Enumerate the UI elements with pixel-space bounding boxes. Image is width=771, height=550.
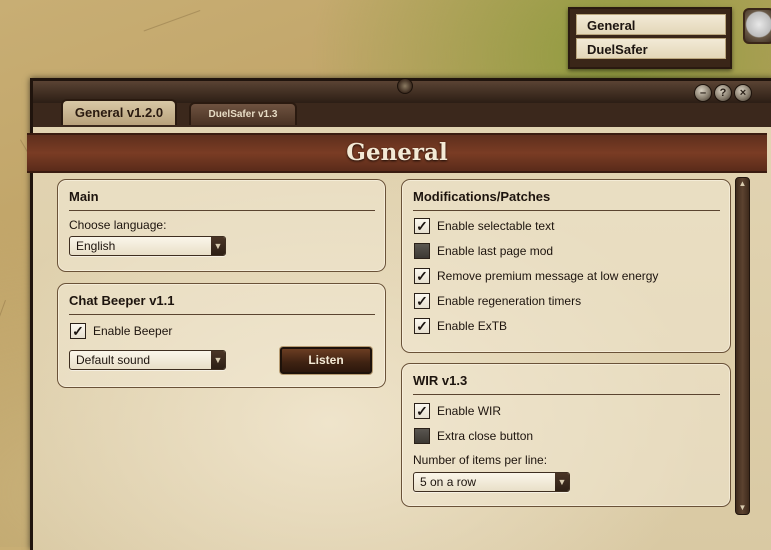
panel-title: Main xyxy=(69,189,99,204)
scroll-up-icon[interactable]: ▲ xyxy=(736,178,749,190)
option-label: Enable last page mod xyxy=(437,244,554,258)
quick-menu-item-duelsafer[interactable]: DuelSafer xyxy=(576,38,726,59)
remove-premium-message-checkbox[interactable]: ✓ xyxy=(414,268,430,284)
check-icon: ✓ xyxy=(416,293,428,309)
minimize-icon: – xyxy=(699,87,707,99)
wir-panel: WIR v1.3 ✓ Enable WIR Extra close button… xyxy=(401,363,731,507)
help-button[interactable]: ? xyxy=(714,84,732,102)
ornament-icon xyxy=(397,78,413,94)
enable-beeper-checkbox[interactable]: ✓ xyxy=(70,323,86,339)
option-label: Extra close button xyxy=(437,429,534,443)
regeneration-timers-checkbox[interactable]: ✓ xyxy=(414,293,430,309)
last-page-mod-checkbox[interactable] xyxy=(414,243,430,259)
items-per-line-value: 5 on a row xyxy=(420,475,477,489)
scrollbar[interactable]: ▲ ▼ xyxy=(735,177,750,515)
extra-close-button-checkbox[interactable] xyxy=(414,428,430,444)
option-label: Enable WIR xyxy=(437,404,502,418)
tab-general[interactable]: General v1.2.0 xyxy=(61,99,177,125)
divider xyxy=(413,394,720,395)
extb-checkbox[interactable]: ✓ xyxy=(414,318,430,334)
close-button[interactable]: × xyxy=(734,84,752,102)
page-title: General xyxy=(346,139,448,166)
chevron-down-icon[interactable]: ▼ xyxy=(555,473,569,491)
option-label: Remove premium message at low energy xyxy=(437,269,659,283)
tab-duelsafer[interactable]: DuelSafer v1.3 xyxy=(189,102,297,125)
divider xyxy=(69,210,375,211)
minimize-button[interactable]: – xyxy=(694,84,712,102)
check-icon: ✓ xyxy=(416,403,428,419)
header-band: General xyxy=(27,133,767,173)
selectable-text-checkbox[interactable]: ✓ xyxy=(414,218,430,234)
scroll-down-icon[interactable]: ▼ xyxy=(736,502,749,514)
option-label: Enable selectable text xyxy=(437,219,555,233)
window-content: General Main Choose language: English ▼ … xyxy=(27,127,771,550)
check-icon: ✓ xyxy=(416,218,428,234)
close-icon: × xyxy=(739,87,747,99)
divider xyxy=(413,210,720,211)
enable-wir-checkbox[interactable]: ✓ xyxy=(414,403,430,419)
enable-beeper-label: Enable Beeper xyxy=(93,324,173,338)
panel-title: Chat Beeper v1.1 xyxy=(69,293,175,308)
listen-button[interactable]: Listen xyxy=(280,347,372,374)
check-icon: ✓ xyxy=(416,318,428,334)
language-select[interactable]: English ▼ xyxy=(69,236,226,256)
chevron-down-icon[interactable]: ▼ xyxy=(211,237,225,255)
settings-window: – ? × General v1.2.0 DuelSafer v1.3 Gene… xyxy=(27,78,771,550)
option-label: Enable regeneration timers xyxy=(437,294,582,308)
sound-select-value: Default sound xyxy=(76,353,151,367)
panel-title: Modifications/Patches xyxy=(413,189,551,204)
main-panel: Main Choose language: English ▼ xyxy=(57,179,386,272)
sound-select[interactable]: Default sound ▼ xyxy=(69,350,226,370)
ground-crack xyxy=(143,10,201,32)
ground-crack xyxy=(0,300,6,451)
option-label: Enable ExTB xyxy=(437,319,508,333)
panel-title: WIR v1.3 xyxy=(413,373,468,388)
quick-menu-item-general[interactable]: General xyxy=(576,14,726,35)
divider xyxy=(69,314,375,315)
help-icon: ? xyxy=(719,87,727,99)
modifications-panel: Modifications/Patches ✓ Enable selectabl… xyxy=(401,179,731,353)
check-icon: ✓ xyxy=(416,268,428,284)
chat-beeper-panel: Chat Beeper v1.1 ✓ Enable Beeper Default… xyxy=(57,283,386,388)
check-icon: ✓ xyxy=(72,323,84,339)
menu-avatar-icon[interactable] xyxy=(743,8,771,44)
chevron-down-icon[interactable]: ▼ xyxy=(211,351,225,369)
items-per-line-select[interactable]: 5 on a row ▼ xyxy=(413,472,570,492)
language-label: Choose language: xyxy=(69,218,167,232)
language-select-value: English xyxy=(76,239,116,253)
quick-menu: General DuelSafer xyxy=(568,7,732,69)
items-per-line-label: Number of items per line: xyxy=(413,453,548,467)
